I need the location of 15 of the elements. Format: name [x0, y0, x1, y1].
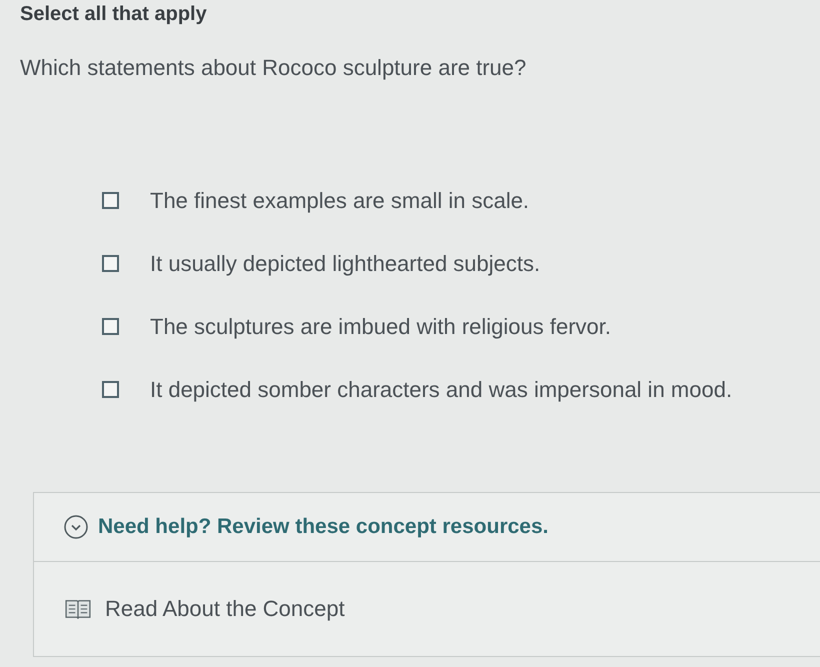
- checkbox[interactable]: [102, 255, 119, 272]
- help-header[interactable]: Need help? Review these concept resources.: [34, 493, 820, 562]
- resource-link[interactable]: Read About the Concept: [105, 595, 345, 623]
- question-text: Which statements about Rococo sculpture are true?: [20, 54, 528, 82]
- checkbox[interactable]: [102, 381, 119, 398]
- help-title: Need help? Review these concept resources.: [98, 514, 548, 540]
- option-label[interactable]: The sculptures are imbued with religious fervor.: [150, 312, 611, 340]
- option-label[interactable]: It depicted somber characters and was impersonal in mood.: [150, 376, 732, 404]
- chevron-down-circle-icon: [64, 515, 88, 539]
- checkbox[interactable]: [102, 192, 119, 209]
- instruction-text: Select all that apply: [20, 2, 208, 26]
- option-label[interactable]: The finest examples are small in scale.: [150, 186, 530, 214]
- option-label[interactable]: It usually depicted lighthearted subjects.: [150, 250, 540, 278]
- book-icon: [65, 598, 91, 620]
- checkbox[interactable]: [102, 318, 119, 335]
